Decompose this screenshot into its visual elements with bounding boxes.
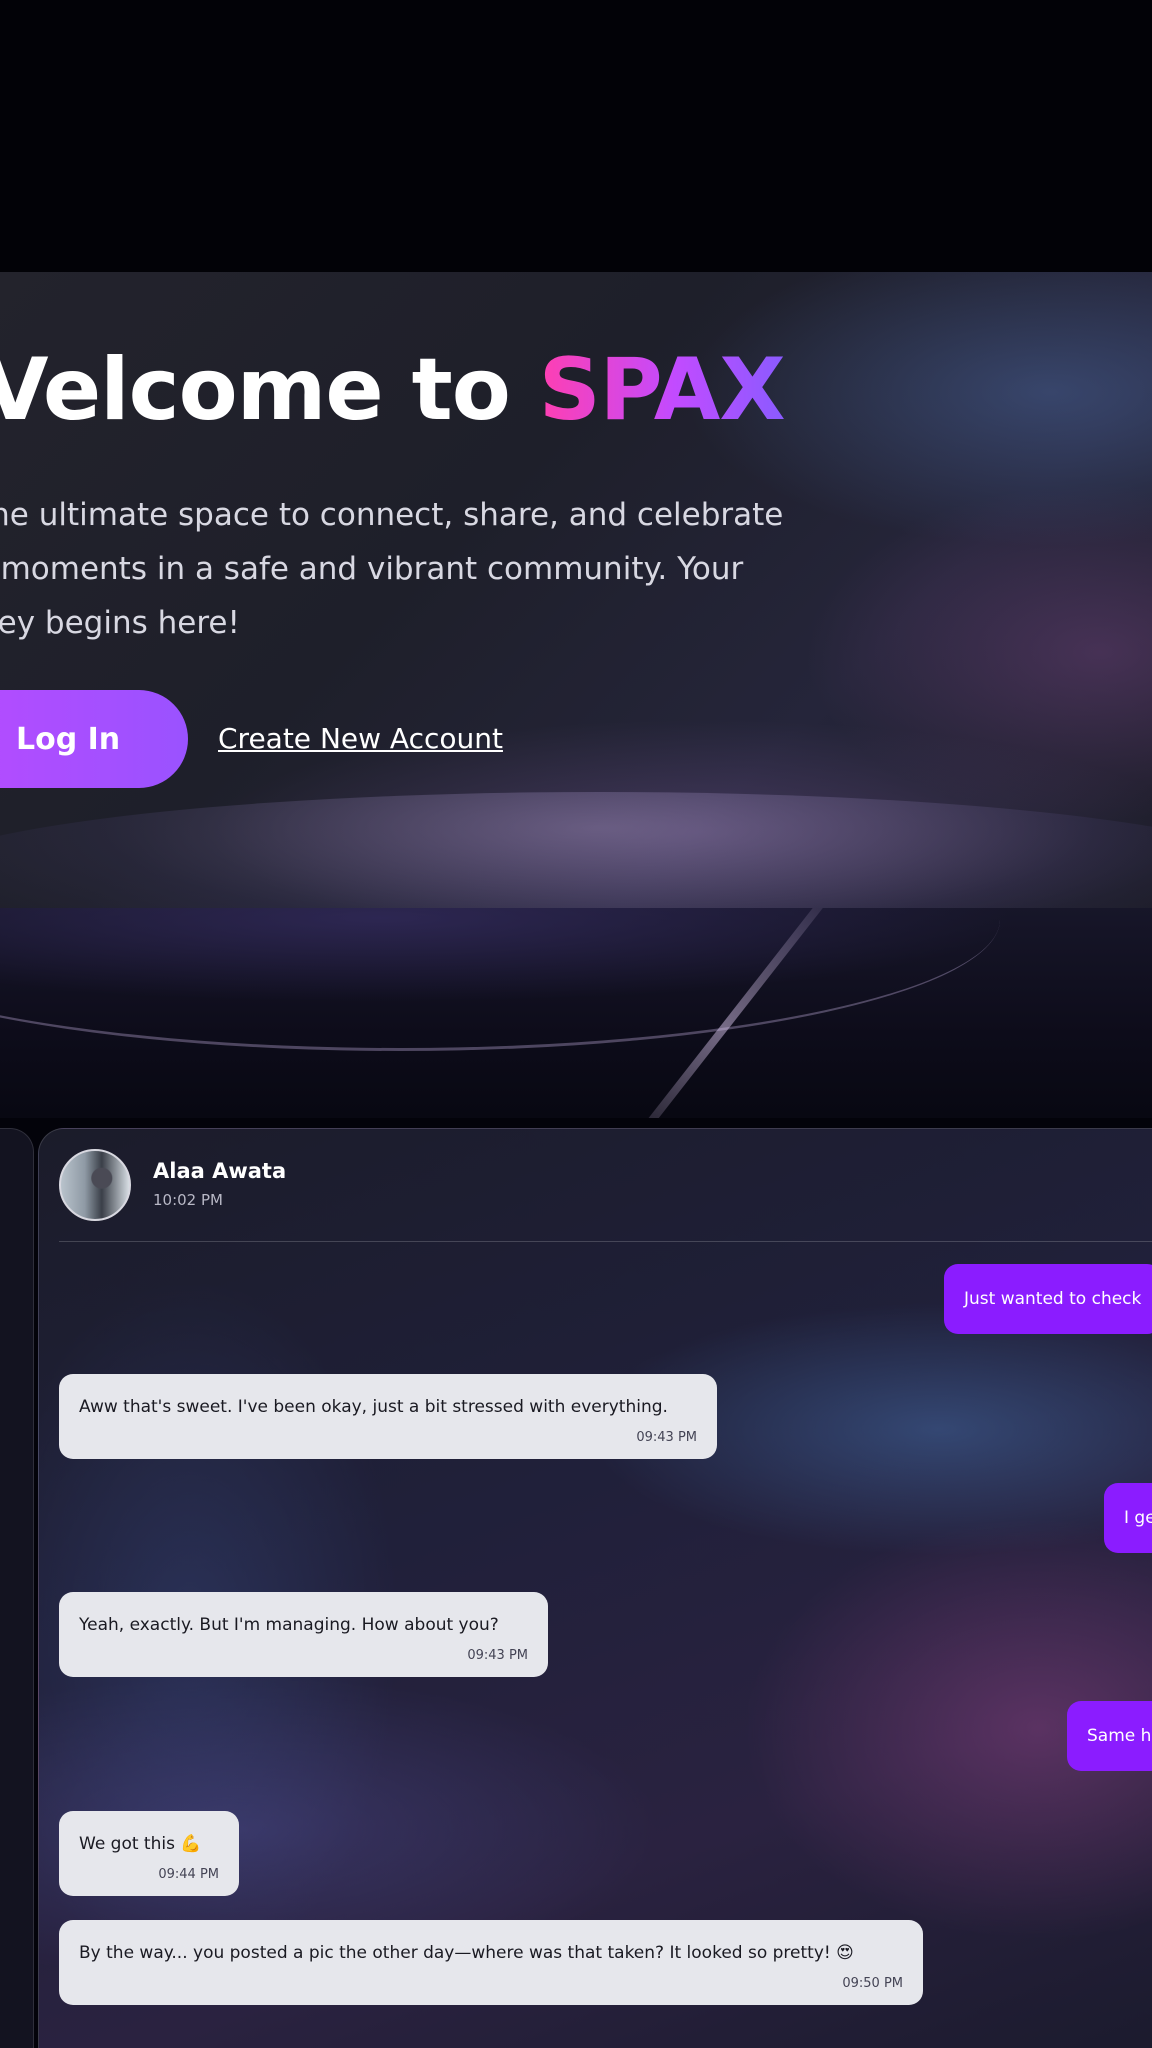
chat-header: Alaa Awata 10:02 PM	[59, 1149, 1152, 1242]
contact-last-seen: 10:02 PM	[153, 1191, 223, 1209]
top-blank-area	[0, 0, 1152, 272]
hero-description: the ultimate space to connect, share, an…	[0, 497, 784, 641]
message-time: 09:43 PM	[636, 1430, 697, 1445]
brand-name: SPAX	[538, 340, 786, 440]
contact-name: Alaa Awata	[153, 1159, 287, 1183]
hero-title-prefix: Velcome to	[0, 340, 539, 440]
message-text: I ge	[1124, 1508, 1152, 1528]
message-incoming[interactable]: Aww that's sweet. I've been okay, just a…	[59, 1374, 717, 1459]
message-time: 09:50 PM	[842, 1976, 903, 1991]
message-text: By the way... you posted a pic the other…	[79, 1943, 854, 1963]
message-text: Just wanted to check	[964, 1289, 1142, 1309]
message-time: 09:43 PM	[467, 1648, 528, 1663]
login-button[interactable]: Log In	[0, 690, 188, 788]
message-time: 09:44 PM	[158, 1867, 219, 1882]
hero-title: Velcome to SPAX	[0, 340, 786, 440]
message-outgoing[interactable]: Just wanted to check	[944, 1264, 1152, 1334]
conversation-list-panel	[0, 1128, 34, 2048]
contact-avatar[interactable]	[59, 1149, 131, 1221]
page: Velcome to SPAX the ultimate space to co…	[0, 0, 1152, 2048]
message-text: We got this 💪	[79, 1834, 202, 1854]
wave-arc-decoration	[0, 908, 1000, 1051]
message-incoming[interactable]: By the way... you posted a pic the other…	[59, 1920, 923, 2005]
message-text: Yeah, exactly. But I'm managing. How abo…	[79, 1615, 499, 1635]
message-text: Aww that's sweet. I've been okay, just a…	[79, 1397, 668, 1417]
message-incoming[interactable]: Yeah, exactly. But I'm managing. How abo…	[59, 1592, 548, 1677]
message-incoming[interactable]: We got this 💪 09:44 PM	[59, 1811, 239, 1896]
create-account-link[interactable]: Create New Account	[218, 722, 503, 755]
chat-panel: Alaa Awata 10:02 PM Just wanted to check…	[38, 1128, 1152, 2048]
message-outgoing[interactable]: I ge	[1104, 1483, 1152, 1553]
message-outgoing[interactable]: Same h	[1067, 1701, 1152, 1771]
wave-decoration-band	[0, 908, 1152, 1118]
message-text: Same h	[1087, 1726, 1152, 1746]
